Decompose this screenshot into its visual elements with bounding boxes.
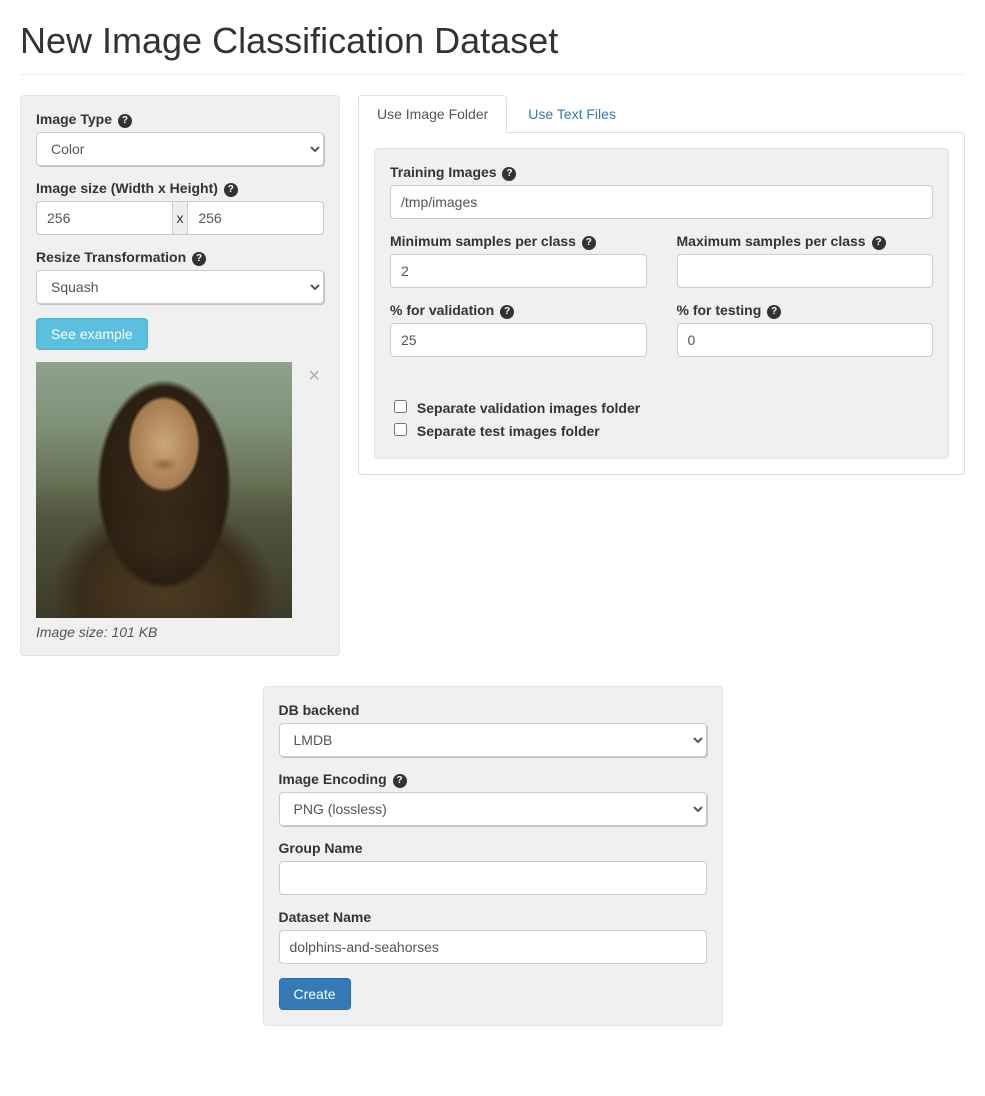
create-button[interactable]: Create bbox=[279, 978, 351, 1010]
help-icon[interactable]: ? bbox=[224, 183, 238, 197]
tab-use-image-folder[interactable]: Use Image Folder bbox=[358, 95, 507, 133]
help-icon[interactable]: ? bbox=[582, 236, 596, 250]
help-icon[interactable]: ? bbox=[502, 167, 516, 181]
dimension-separator: x bbox=[173, 201, 188, 235]
training-images-label: Training Images bbox=[390, 164, 497, 180]
image-type-label: Image Type bbox=[36, 111, 112, 127]
max-samples-label: Maximum samples per class bbox=[677, 233, 866, 249]
page-title: New Image Classification Dataset bbox=[20, 20, 965, 62]
group-name-label: Group Name bbox=[279, 840, 363, 856]
max-samples-input[interactable] bbox=[677, 254, 934, 288]
db-backend-label: DB backend bbox=[279, 702, 360, 718]
see-example-button[interactable]: See example bbox=[36, 318, 148, 350]
title-divider bbox=[20, 74, 965, 75]
dataset-name-input[interactable] bbox=[279, 930, 707, 964]
separate-test-checkbox[interactable] bbox=[394, 423, 407, 436]
pct-validation-label: % for validation bbox=[390, 302, 494, 318]
group-name-input[interactable] bbox=[279, 861, 707, 895]
help-icon[interactable]: ? bbox=[393, 774, 407, 788]
image-size-label: Image size (Width x Height) bbox=[36, 180, 218, 196]
separate-test-label: Separate test images folder bbox=[417, 423, 600, 439]
image-encoding-select[interactable]: PNG (lossless) bbox=[279, 792, 707, 826]
tab-use-text-files[interactable]: Use Text Files bbox=[509, 95, 635, 133]
image-type-select[interactable]: Color bbox=[36, 132, 324, 166]
source-tabs: Use Image Folder Use Text Files bbox=[358, 95, 965, 133]
pct-testing-label: % for testing bbox=[677, 302, 762, 318]
dataset-save-panel: DB backend LMDB Image Encoding ? PNG (lo… bbox=[263, 686, 723, 1026]
close-icon[interactable]: × bbox=[308, 366, 320, 386]
help-icon[interactable]: ? bbox=[500, 305, 514, 319]
min-samples-input[interactable] bbox=[390, 254, 647, 288]
example-image bbox=[36, 362, 292, 618]
separate-validation-label: Separate validation images folder bbox=[417, 400, 640, 416]
resize-transformation-select[interactable]: Squash bbox=[36, 270, 324, 304]
dataset-name-label: Dataset Name bbox=[279, 909, 372, 925]
folder-tab-panel: Training Images ? Minimum samples per cl… bbox=[374, 148, 949, 459]
help-icon[interactable]: ? bbox=[192, 252, 206, 266]
image-encoding-label: Image Encoding bbox=[279, 771, 387, 787]
help-icon[interactable]: ? bbox=[872, 236, 886, 250]
separate-validation-checkbox[interactable] bbox=[394, 400, 407, 413]
image-settings-panel: Image Type ? Color Image size (Width x H… bbox=[20, 95, 340, 656]
image-width-input[interactable] bbox=[36, 201, 173, 235]
help-icon[interactable]: ? bbox=[767, 305, 781, 319]
resize-transformation-label: Resize Transformation bbox=[36, 249, 186, 265]
training-images-input[interactable] bbox=[390, 185, 933, 219]
pct-validation-input[interactable] bbox=[390, 323, 647, 357]
pct-testing-input[interactable] bbox=[677, 323, 934, 357]
min-samples-label: Minimum samples per class bbox=[390, 233, 576, 249]
db-backend-select[interactable]: LMDB bbox=[279, 723, 707, 757]
example-image-caption: Image size: 101 KB bbox=[36, 624, 324, 640]
help-icon[interactable]: ? bbox=[118, 114, 132, 128]
image-height-input[interactable] bbox=[187, 201, 324, 235]
